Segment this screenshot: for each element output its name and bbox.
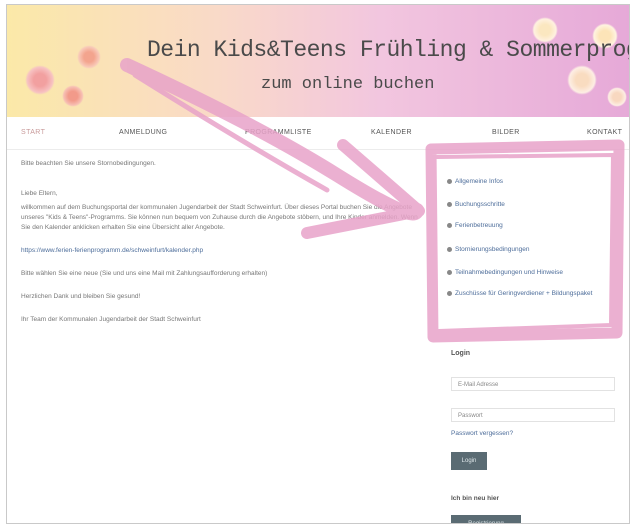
arrow-annotation — [120, 58, 425, 239]
box-stroke — [425, 139, 625, 343]
annotation-overlay — [120, 58, 625, 343]
box-annotation — [425, 139, 625, 343]
arrow-stroke — [120, 58, 424, 221]
box-stroke — [435, 153, 615, 333]
page-frame: Dein Kids&Teens Frühling & Sommerprogram… — [6, 4, 630, 524]
arrow-stroke — [132, 72, 330, 193]
